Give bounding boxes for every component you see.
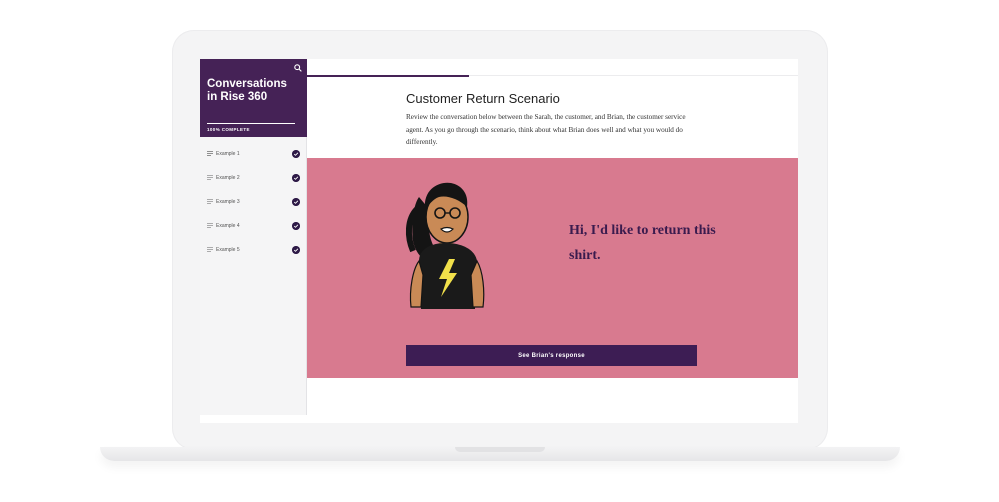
- laptop-base-notch: [455, 447, 545, 452]
- app-screen: Conversations in Rise 360 100% COMPLETE …: [200, 59, 798, 423]
- lesson-label: Example 2: [216, 175, 240, 181]
- lesson-label: Example 4: [216, 223, 240, 229]
- check-icon: [292, 174, 300, 182]
- customer-speech: Hi, I'd like to return this shirt.: [569, 223, 716, 263]
- course-progress-label: 100% COMPLETE: [207, 127, 250, 132]
- lesson-label: Example 3: [216, 199, 240, 205]
- see-response-button[interactable]: See Brian's response: [406, 345, 697, 366]
- lesson-label: Example 5: [216, 247, 240, 253]
- lesson-progress-bar: [307, 74, 798, 77]
- lesson-list: Example 1 Example 2 Example 3 Example 4: [200, 143, 306, 263]
- sidebar: Conversations in Rise 360 100% COMPLETE …: [200, 59, 307, 415]
- lesson-item[interactable]: Example 4: [200, 215, 306, 239]
- course-title: Conversations in Rise 360: [207, 78, 287, 103]
- scenario-panel: Hi, I'd like to return this shirt. See B…: [307, 158, 798, 378]
- lesson-content: Customer Return Scenario Review the conv…: [307, 59, 798, 423]
- lesson-progress-fill: [307, 74, 470, 77]
- list-icon: [207, 199, 213, 204]
- list-icon: [207, 175, 213, 180]
- list-icon: [207, 247, 213, 252]
- lesson-item[interactable]: Example 2: [200, 167, 306, 191]
- search-icon[interactable]: [294, 64, 302, 72]
- check-icon: [292, 246, 300, 254]
- check-icon: [292, 222, 300, 230]
- course-progress-fill: [207, 123, 295, 124]
- lesson-label: Example 1: [216, 151, 240, 157]
- lesson-item[interactable]: Example 3: [200, 191, 306, 215]
- customer-character-illustration: [405, 182, 485, 309]
- lesson-intro: Review the conversation below between th…: [406, 113, 686, 146]
- list-icon: [207, 151, 213, 156]
- lesson-item[interactable]: Example 5: [200, 239, 306, 263]
- course-progress-bar: [207, 123, 295, 124]
- list-icon: [207, 223, 213, 228]
- check-icon: [292, 150, 300, 158]
- lesson-item[interactable]: Example 1: [200, 143, 306, 167]
- sidebar-header: Conversations in Rise 360 100% COMPLETE: [200, 59, 307, 137]
- lesson-title: Customer Return Scenario: [406, 91, 560, 106]
- check-icon: [292, 198, 300, 206]
